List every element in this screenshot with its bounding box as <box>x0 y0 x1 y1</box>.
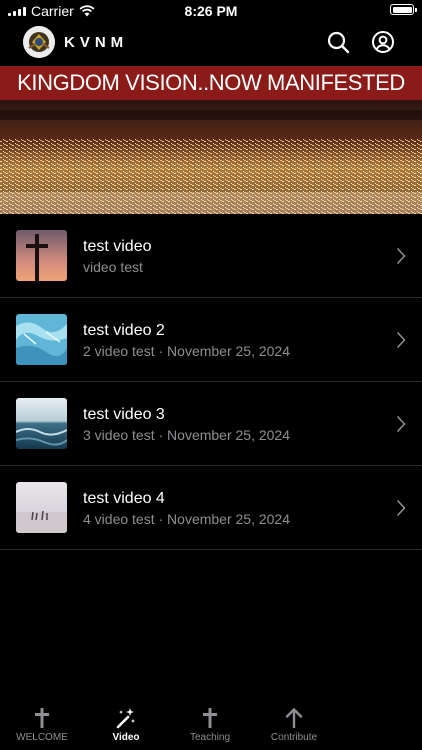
video-thumbnail <box>16 230 67 281</box>
tab-label: WELCOME <box>16 732 68 743</box>
video-list: test video video test test video 2 2 vid… <box>0 214 422 550</box>
video-subtitle: 2 video test · November 25, 2024 <box>83 343 291 359</box>
video-title: test video <box>83 238 152 255</box>
app-header: KVNM <box>0 24 422 64</box>
cross-icon <box>35 708 49 728</box>
video-thumbnail <box>16 398 67 449</box>
tab-welcome[interactable]: WELCOME <box>0 700 84 743</box>
search-icon[interactable] <box>326 30 350 54</box>
chevron-right-icon <box>396 415 406 433</box>
app-logo[interactable] <box>23 26 55 58</box>
video-title: test video 4 <box>83 490 165 507</box>
tab-bar: WELCOME Video Teaching Contribute <box>0 700 422 750</box>
brand-title: KVNM <box>64 34 129 51</box>
tab-teaching[interactable]: Teaching <box>168 700 252 743</box>
video-list-item[interactable]: test video 2 2 video test · November 25,… <box>0 298 422 382</box>
tab-video[interactable]: Video <box>84 700 168 743</box>
hero-banner: KINGDOM VISION..NOW MANIFESTED <box>0 66 422 214</box>
video-thumbnail <box>16 314 67 365</box>
video-title: test video 2 <box>83 322 165 339</box>
video-list-item[interactable]: test video 4 4 video test · November 25,… <box>0 466 422 550</box>
tab-label: Contribute <box>270 732 318 743</box>
video-subtitle: 3 video test · November 25, 2024 <box>83 427 291 443</box>
video-thumbnail <box>16 482 67 533</box>
video-subtitle: video test <box>83 259 143 275</box>
tab-label: Teaching <box>189 732 231 743</box>
banner-title: KINGDOM VISION..NOW MANIFESTED <box>0 66 422 100</box>
video-list-item[interactable]: test video video test <box>0 214 422 298</box>
cross-icon <box>203 708 217 728</box>
status-time: 8:26 PM <box>184 3 238 19</box>
account-icon[interactable] <box>371 30 395 54</box>
status-bar: Carrier 8:26 PM <box>0 0 422 22</box>
magic-wand-icon <box>116 708 135 729</box>
city-lights-image <box>0 100 422 214</box>
chevron-right-icon <box>396 499 406 517</box>
tab-label: Video <box>112 732 140 743</box>
arrow-up-icon <box>285 707 303 728</box>
tab-contribute[interactable]: Contribute <box>252 700 336 743</box>
video-title: test video 3 <box>83 406 165 423</box>
video-subtitle: 4 video test · November 25, 2024 <box>83 511 291 527</box>
chevron-right-icon <box>396 247 406 265</box>
battery-icon <box>390 4 417 15</box>
video-list-item[interactable]: test video 3 3 video test · November 25,… <box>0 382 422 466</box>
chevron-right-icon <box>396 331 406 349</box>
